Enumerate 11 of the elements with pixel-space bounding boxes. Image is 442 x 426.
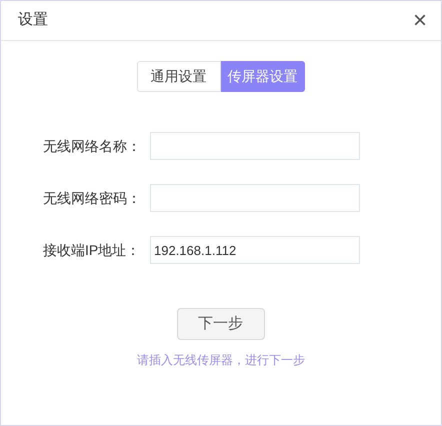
tab[interactable]: 通用设置 <box>136 61 220 92</box>
field-label: 接收端IP地址： <box>43 240 142 260</box>
input-field[interactable]: 192.168.1.112 <box>150 236 360 264</box>
next-button[interactable]: 下一步 <box>176 308 264 340</box>
input-field[interactable] <box>150 184 360 212</box>
field-label: 无线网络密码： <box>43 188 142 208</box>
input-field[interactable] <box>150 132 360 160</box>
close-button[interactable]: × <box>412 8 427 32</box>
field-label: 无线网络名称： <box>43 136 142 156</box>
hint-text: 请插入无线传屏器，进行下一步 <box>137 352 305 369</box>
window-title: 设置 <box>18 10 48 30</box>
